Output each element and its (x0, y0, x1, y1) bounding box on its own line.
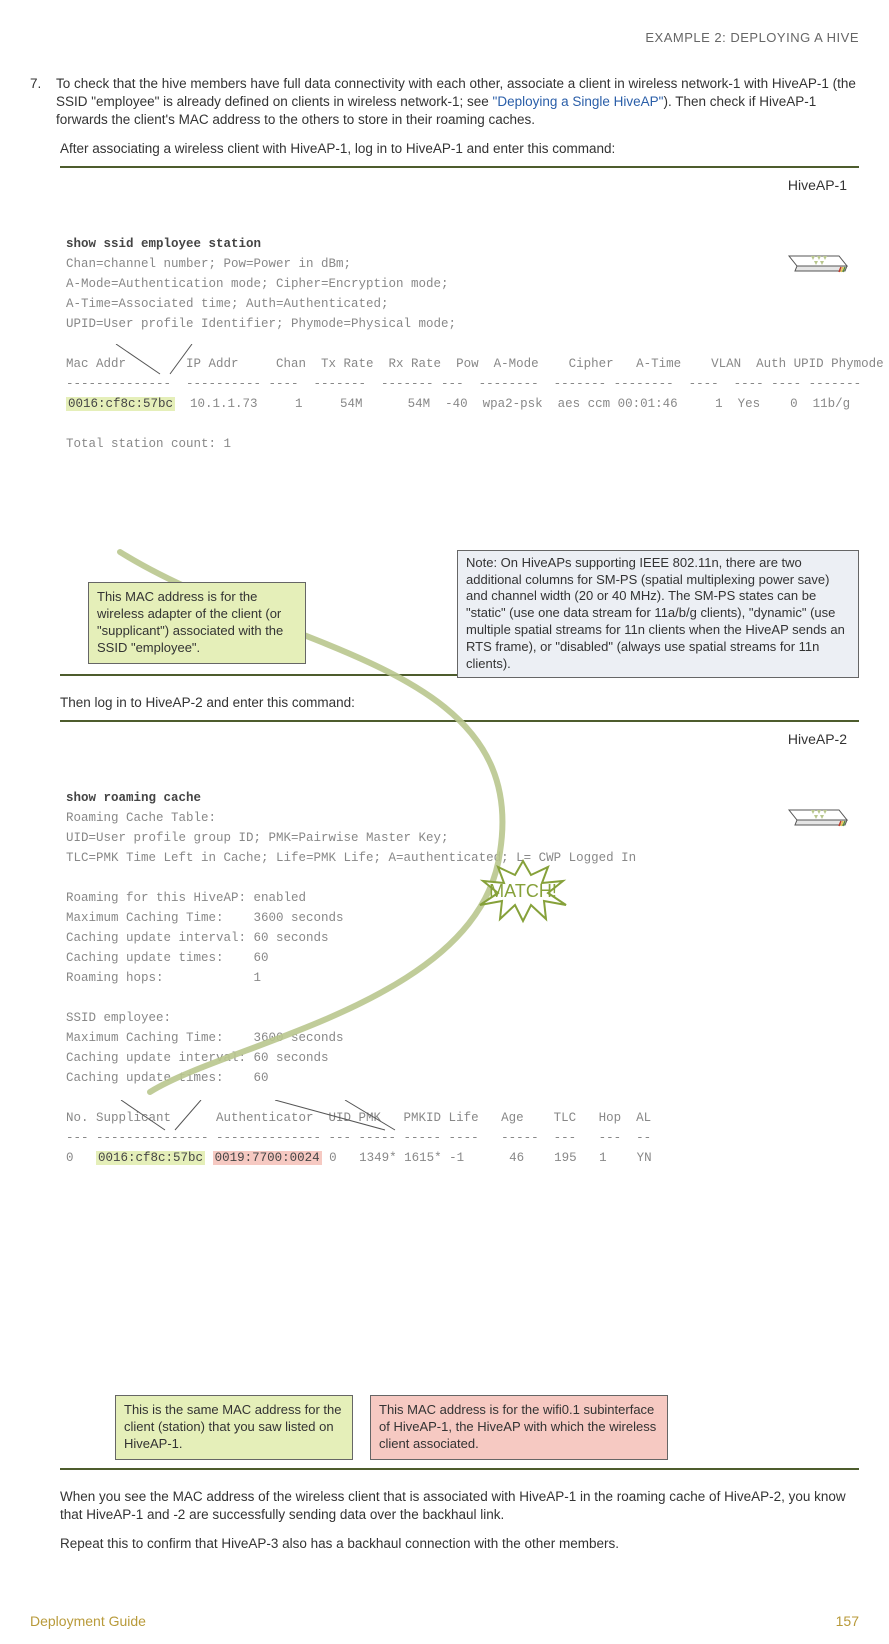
then-paragraph: Then log in to HiveAP-2 and enter this c… (60, 694, 859, 712)
term1-line: Mac Addr IP Addr Chan Tx Rate Rx Rate Po… (66, 357, 884, 371)
term2-line: Caching update interval: 60 seconds (66, 931, 329, 945)
ap2-icon (779, 752, 849, 872)
term2-line: Maximum Caching Time: 3600 seconds (66, 1031, 344, 1045)
callout-same-mac: This is the same MAC address for the cli… (115, 1395, 353, 1460)
term1-mac-highlight: 0016:cf8c:57bc (66, 397, 175, 411)
ap2-label: HiveAP-2 (788, 728, 847, 750)
term2-row-rest: 0 1349* 1615* -1 46 195 1 YN (322, 1151, 652, 1165)
footer-page-number: 157 (836, 1613, 859, 1629)
cross-ref-link[interactable]: "Deploying a Single HiveAP" (493, 94, 664, 109)
term2-line: No. Supplicant Authenticator UID PMK PMK… (66, 1111, 651, 1125)
terminal-block-1: HiveAP-1 show ssid employee station Chan… (60, 166, 859, 676)
conclusion-1: When you see the MAC address of the wire… (60, 1488, 859, 1524)
term2-line: UID=User profile group ID; PMK=Pairwise … (66, 831, 449, 845)
callout-mac-supplicant: This MAC address is for the wireless ada… (88, 582, 306, 664)
term2-line: Caching update interval: 60 seconds (66, 1051, 329, 1065)
intro-paragraph-1: After associating a wireless client with… (60, 140, 859, 158)
term2-supplicant-highlight: 0016:cf8c:57bc (96, 1151, 205, 1165)
footer-title: Deployment Guide (30, 1613, 146, 1629)
term2-line: Roaming Cache Table: (66, 811, 216, 825)
term1-line: UPID=User profile Identifier; Phymode=Ph… (66, 317, 456, 331)
page-footer: Deployment Guide 157 (30, 1613, 859, 1629)
term1-line: A-Mode=Authentication mode; Cipher=Encry… (66, 277, 449, 291)
term1-line: -------------- ---------- ---- ------- -… (66, 377, 861, 391)
term2-line: SSID employee: (66, 1011, 171, 1025)
page-header-section: EXAMPLE 2: DEPLOYING A HIVE (30, 30, 859, 45)
term1-line: Chan=channel number; Pow=Power in dBm; (66, 257, 351, 271)
term2-authenticator-highlight: 0019:7700:0024 (213, 1151, 322, 1165)
term2-row-prefix: 0 (66, 1151, 96, 1165)
ap1-label: HiveAP-1 (788, 174, 847, 196)
term2-line: Roaming hops: 1 (66, 971, 261, 985)
term1-command: show ssid employee station (66, 237, 261, 251)
step-number: 7. (30, 75, 56, 93)
step-7: 7. To check that the hive members have f… (30, 75, 859, 130)
terminal-block-2: HiveAP-2 show roaming cache Roaming Cach… (60, 720, 859, 1470)
conclusion-2: Repeat this to confirm that HiveAP-3 als… (60, 1535, 859, 1553)
term1-tail: Total station count: 1 (66, 437, 231, 451)
term2-line: Caching update times: 60 (66, 951, 269, 965)
callout-authenticator-mac: This MAC address is for the wifi0.1 subi… (370, 1395, 668, 1460)
ap1-icon (779, 198, 849, 318)
callout-80211n-note: Note: On HiveAPs supporting IEEE 802.11n… (457, 550, 859, 678)
svg-text:MATCH!: MATCH! (489, 881, 557, 901)
term2-line: Caching update times: 60 (66, 1071, 269, 1085)
term1-line: A-Time=Associated time; Auth=Authenticat… (66, 297, 389, 311)
term2-line: --- --------------- -------------- --- -… (66, 1131, 651, 1145)
term2-line: Maximum Caching Time: 3600 seconds (66, 911, 344, 925)
term2-command: show roaming cache (66, 791, 201, 805)
term1-row-rest: 10.1.1.73 1 54M 54M -40 wpa2-psk aes ccm… (175, 397, 850, 411)
term2-line: Roaming for this HiveAP: enabled (66, 891, 306, 905)
term2-line: TLC=PMK Time Left in Cache; Life=PMK Lif… (66, 851, 636, 865)
step-body: To check that the hive members have full… (56, 75, 859, 130)
